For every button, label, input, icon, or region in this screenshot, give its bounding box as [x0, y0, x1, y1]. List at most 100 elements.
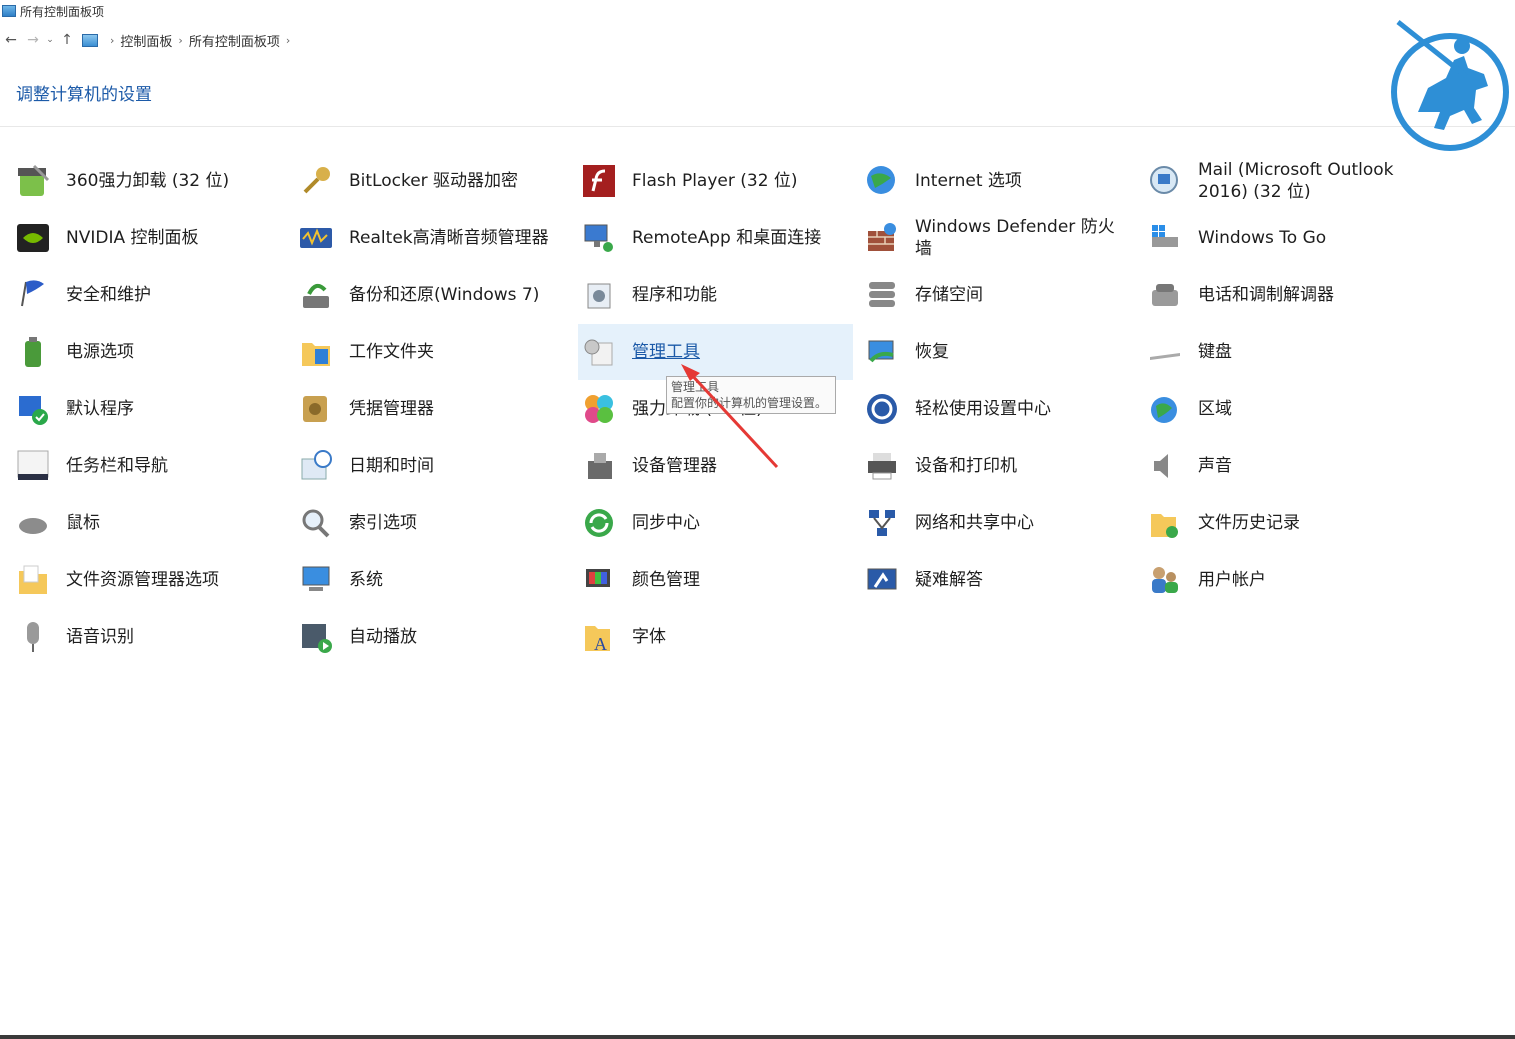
item-date-time[interactable]: 日期和时间: [283, 438, 555, 494]
item-indexing-options[interactable]: 索引选项: [283, 495, 555, 551]
page-header: 调整计算机的设置: [0, 70, 1515, 127]
item-security-maintenance[interactable]: 安全和维护: [0, 267, 272, 323]
item-label: 文件资源管理器选项: [66, 570, 219, 590]
item-autoplay[interactable]: 自动播放: [283, 609, 555, 665]
item-label: 任务栏和导航: [66, 456, 168, 476]
mouse-icon: [14, 504, 52, 542]
tooltip-description: 配置你的计算机的管理设置。: [671, 396, 828, 410]
item-troubleshooting[interactable]: 疑难解答: [849, 552, 1121, 608]
color-management-icon: [580, 561, 618, 599]
item-phone-modem[interactable]: 电话和调制解调器: [1132, 267, 1404, 323]
item-user-accounts[interactable]: 用户帐户: [1132, 552, 1404, 608]
device-manager-icon: [580, 447, 618, 485]
item-remoteapp[interactable]: RemoteApp 和桌面连接: [566, 210, 838, 266]
item-recovery[interactable]: 恢复: [849, 324, 1121, 380]
breadcrumb-all-items[interactable]: 所有控制面板项: [189, 31, 280, 50]
breadcrumb-control-panel[interactable]: 控制面板: [120, 31, 172, 50]
programs-icon: [580, 276, 618, 314]
item-fonts[interactable]: A 字体: [566, 609, 838, 665]
chevron-right-icon[interactable]: ›: [286, 34, 290, 47]
item-credential-manager[interactable]: 凭据管理器: [283, 381, 555, 437]
item-color-management[interactable]: 颜色管理: [566, 552, 838, 608]
item-power-options[interactable]: 电源选项: [0, 324, 272, 380]
storage-icon: [863, 276, 901, 314]
item-file-explorer-options[interactable]: 文件资源管理器选项: [0, 552, 272, 608]
forward-button[interactable]: →: [22, 29, 44, 51]
item-label: 索引选项: [349, 513, 417, 533]
item-label: NVIDIA 控制面板: [66, 228, 199, 248]
item-default-programs[interactable]: 默认程序: [0, 381, 272, 437]
calendar-clock-icon: [297, 447, 335, 485]
default-programs-icon: [14, 390, 52, 428]
item-label: 系统: [349, 570, 383, 590]
item-region[interactable]: 区域: [1132, 381, 1404, 437]
item-flash-player[interactable]: Flash Player (32 位): [566, 153, 838, 209]
item-label: 文件历史记录: [1198, 513, 1300, 533]
item-backup-restore[interactable]: 备份和还原(Windows 7): [283, 267, 555, 323]
item-label: 键盘: [1198, 342, 1232, 362]
item-administrative-tools[interactable]: 管理工具: [578, 324, 853, 380]
recent-locations-button[interactable]: ⌄: [44, 29, 56, 51]
item-storage-spaces[interactable]: 存储空间: [849, 267, 1121, 323]
item-label: 存储空间: [915, 285, 983, 305]
item-label: 轻松使用设置中心: [915, 399, 1051, 419]
item-label: 鼠标: [66, 513, 100, 533]
item-nvidia-control-panel[interactable]: NVIDIA 控制面板: [0, 210, 272, 266]
item-devices-printers[interactable]: 设备和打印机: [849, 438, 1121, 494]
globe-icon: [863, 162, 901, 200]
item-realtek-audio[interactable]: Realtek高清晰音频管理器: [283, 210, 555, 266]
svg-text:A: A: [594, 634, 607, 654]
item-label: 网络和共享中心: [915, 513, 1034, 533]
item-label: 电源选项: [66, 342, 134, 362]
item-label: 同步中心: [632, 513, 700, 533]
item-label: 颜色管理: [632, 570, 700, 590]
back-button[interactable]: ←: [0, 29, 22, 51]
flash-icon: [580, 162, 618, 200]
chevron-right-icon[interactable]: ›: [110, 34, 114, 47]
taskbar-edge: [0, 1035, 1515, 1039]
item-label: Windows To Go: [1198, 228, 1327, 248]
tooltip: 管理工具 配置你的计算机的管理设置。: [666, 376, 836, 414]
item-file-history[interactable]: 文件历史记录: [1132, 495, 1404, 551]
item-sync-center[interactable]: 同步中心: [566, 495, 838, 551]
microphone-icon: [14, 618, 52, 656]
item-windows-to-go[interactable]: Windows To Go: [1132, 210, 1404, 266]
usb-windows-icon: [1146, 219, 1184, 257]
work-folders-icon: [297, 333, 335, 371]
region-globe-icon: [1146, 390, 1184, 428]
item-internet-options[interactable]: Internet 选项: [849, 153, 1121, 209]
up-button[interactable]: ↑: [56, 29, 78, 51]
uninstall-icon: [14, 162, 52, 200]
item-keyboard[interactable]: 键盘: [1132, 324, 1404, 380]
item-ease-of-access[interactable]: 轻松使用设置中心: [849, 381, 1121, 437]
accessibility-icon: [863, 390, 901, 428]
item-windows-defender-firewall[interactable]: Windows Defender 防火墙: [849, 210, 1121, 266]
item-label: 安全和维护: [66, 285, 151, 305]
admin-tools-icon: [580, 333, 618, 371]
item-programs-features[interactable]: 程序和功能: [566, 267, 838, 323]
item-network-sharing[interactable]: 网络和共享中心: [849, 495, 1121, 551]
item-work-folders[interactable]: 工作文件夹: [283, 324, 555, 380]
speaker-icon: [1146, 447, 1184, 485]
item-taskbar-navigation[interactable]: 任务栏和导航: [0, 438, 272, 494]
item-bitlocker[interactable]: BitLocker 驱动器加密: [283, 153, 555, 209]
item-label: 管理工具: [632, 342, 700, 362]
chevron-right-icon[interactable]: ›: [178, 34, 182, 47]
item-device-manager[interactable]: 设备管理器: [566, 438, 838, 494]
address-bar: ← → ⌄ ↑ › 控制面板 › 所有控制面板项 ›: [0, 28, 1515, 52]
item-sound[interactable]: 声音: [1132, 438, 1404, 494]
item-system[interactable]: 系统: [283, 552, 555, 608]
item-label: 设备管理器: [632, 456, 717, 476]
network-icon: [863, 504, 901, 542]
item-speech-recognition[interactable]: 语音识别: [0, 609, 272, 665]
item-mail-outlook[interactable]: Mail (Microsoft Outlook 2016) (32 位): [1132, 153, 1404, 209]
users-icon: [1146, 561, 1184, 599]
item-360-uninstall[interactable]: 360强力卸载 (32 位): [0, 153, 272, 209]
item-label: Flash Player (32 位): [632, 171, 798, 191]
mail-icon: [1146, 162, 1184, 200]
folder-options-icon: [14, 561, 52, 599]
item-label: 默认程序: [66, 399, 134, 419]
item-mouse[interactable]: 鼠标: [0, 495, 272, 551]
title-bar: 所有控制面板项: [0, 0, 1515, 22]
printer-icon: [863, 447, 901, 485]
